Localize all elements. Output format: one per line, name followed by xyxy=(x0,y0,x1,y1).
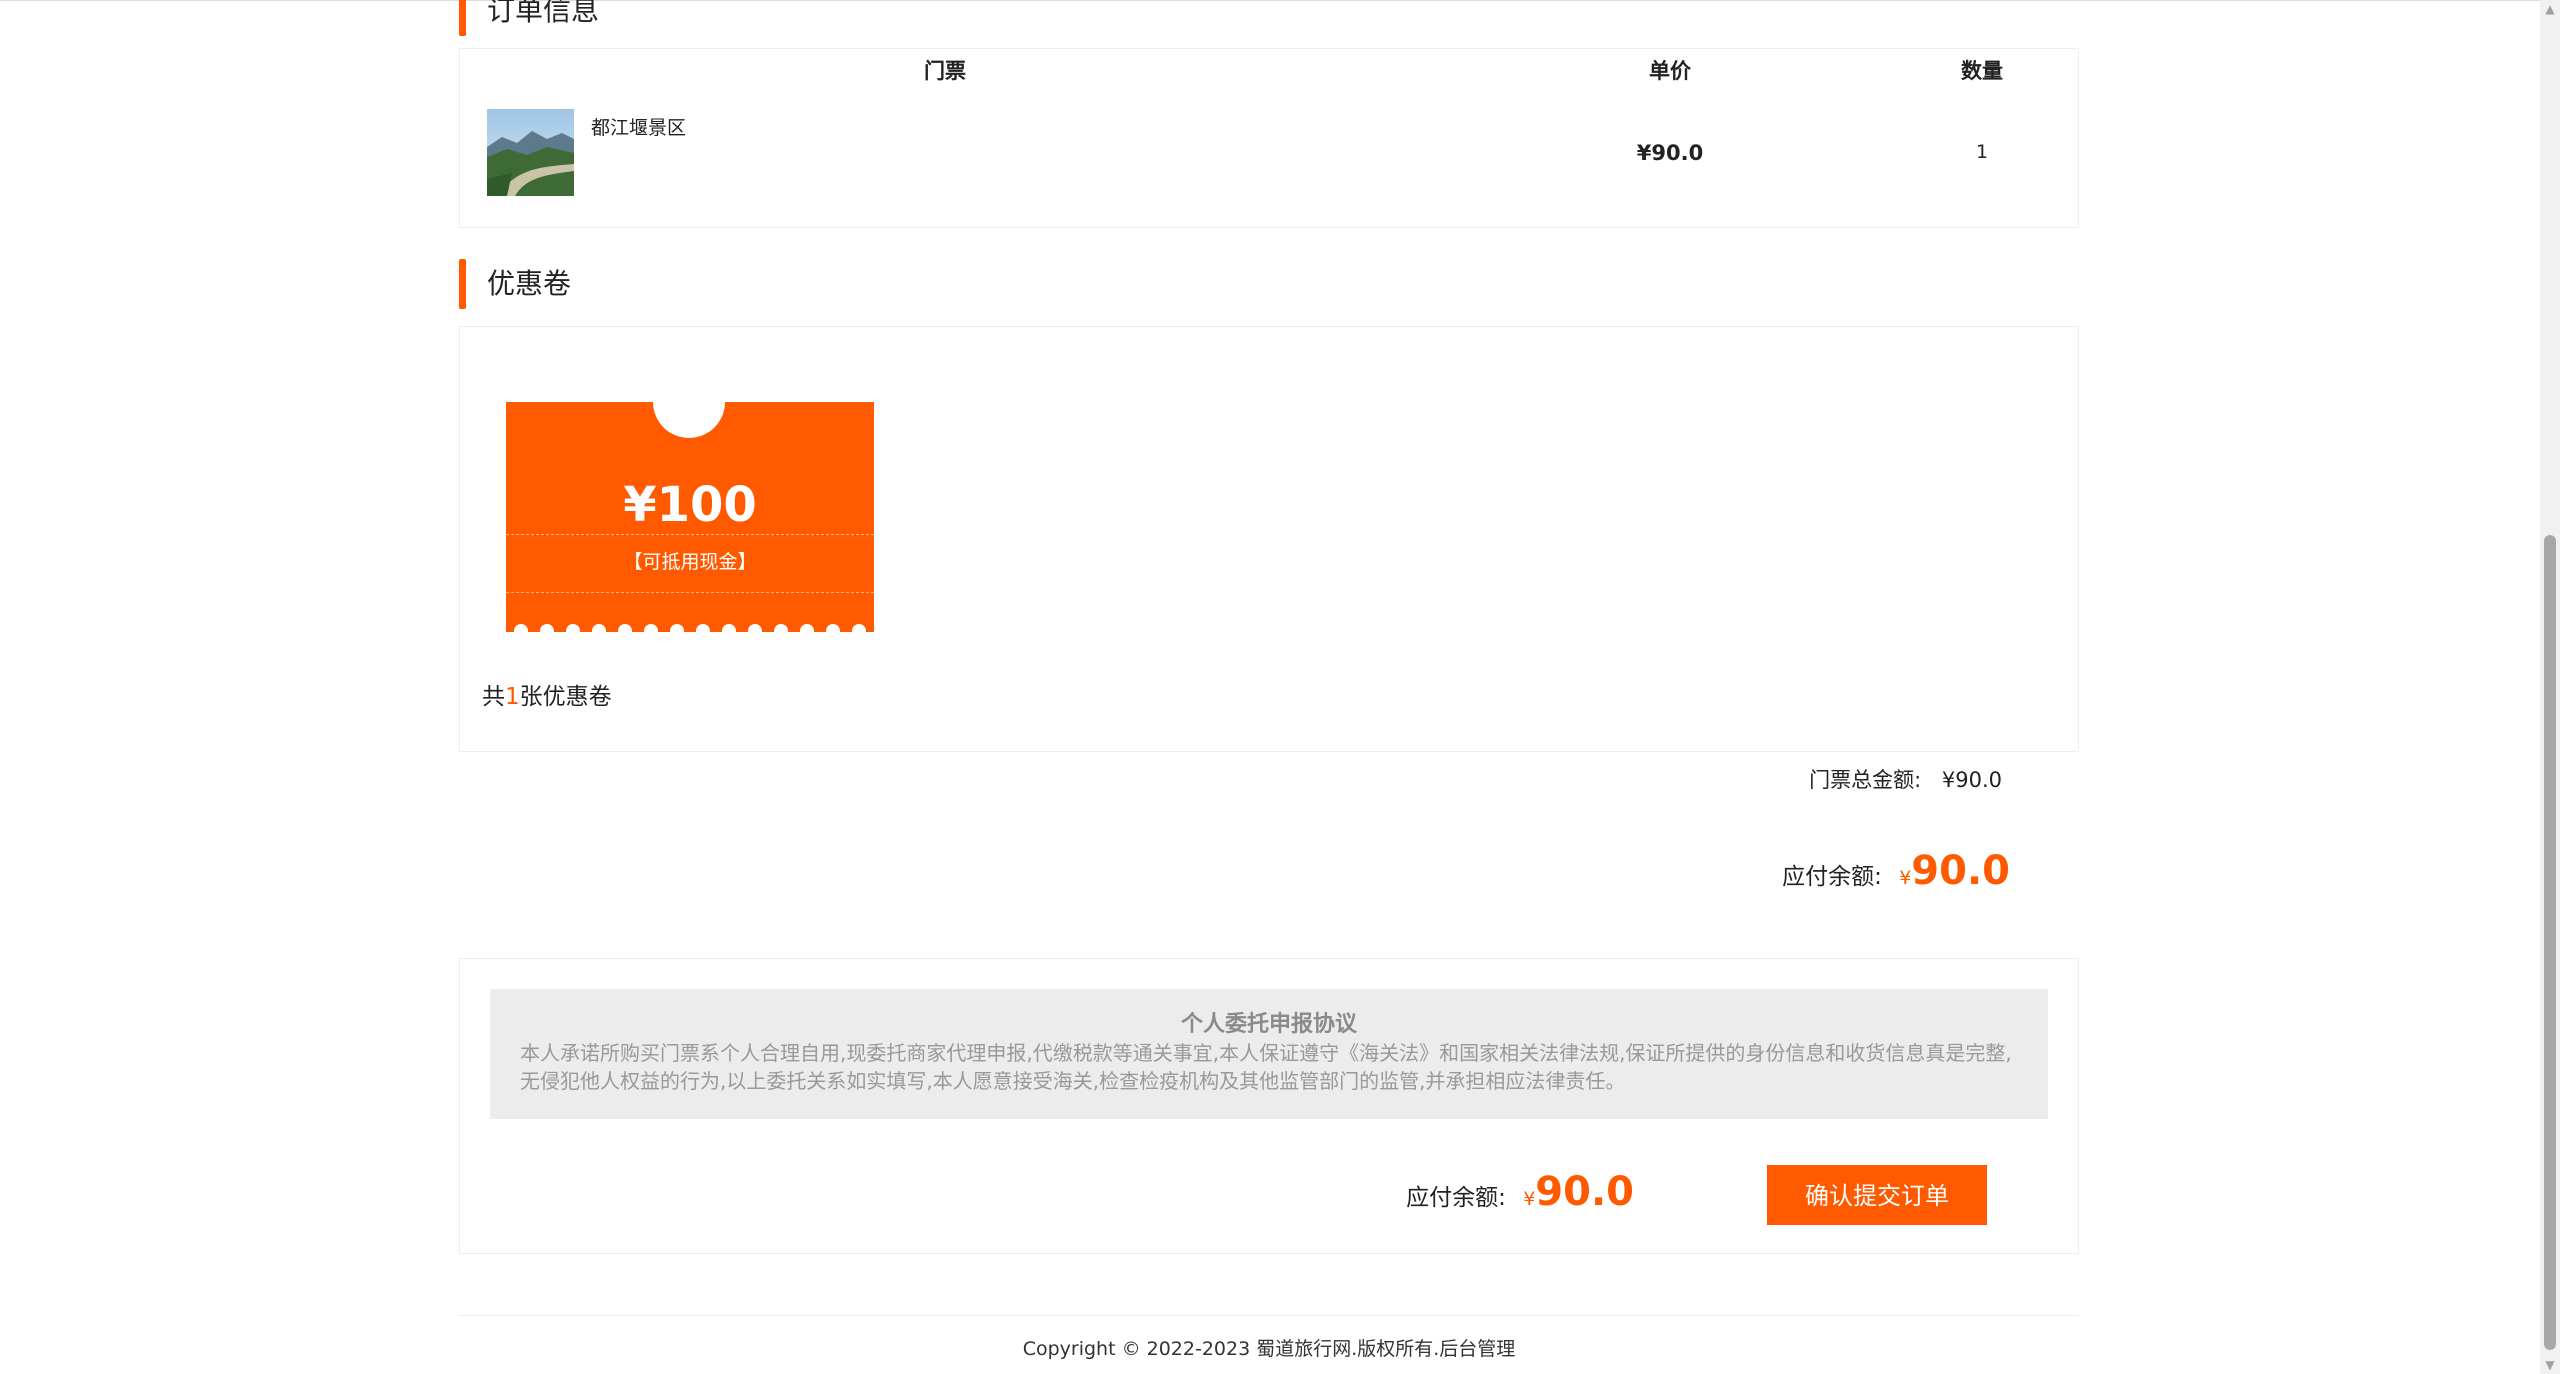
amount-due-value: 90.0 xyxy=(1911,848,2010,894)
scenic-thumbnail[interactable] xyxy=(487,109,574,196)
ticket-price: ¥90.0 xyxy=(1636,141,1704,165)
order-table: 门票 单价 数量 都江堰景区 ¥90.0 1 xyxy=(459,48,2079,228)
coupon-divider-top xyxy=(506,534,874,535)
coupon-count-prefix: 共 xyxy=(482,684,505,710)
coupon-divider-bottom xyxy=(506,592,874,593)
coupon-section-title: 优惠卷 xyxy=(459,259,571,309)
ticket-total: 门票总金额: ¥90.0 xyxy=(1809,764,2002,794)
amount-due-currency: ¥ xyxy=(1899,867,1912,889)
agreement-due-currency: ¥ xyxy=(1523,1188,1536,1210)
top-divider xyxy=(0,0,2540,1)
footer-divider xyxy=(459,1315,2079,1316)
ticket-name[interactable]: 都江堰景区 xyxy=(591,113,686,140)
coupon-serrated-edge xyxy=(506,624,874,632)
coupon-panel: ¥100 【可抵用现金】 共1张优惠卷 xyxy=(459,326,2079,752)
order-section-title: 订单信息 xyxy=(459,0,599,36)
ticket-total-label: 门票总金额: xyxy=(1809,768,1922,792)
agreement-panel: 个人委托申报协议 本人承诺所购买门票系个人合理自用,现委托商家代理申报,代缴税款… xyxy=(459,958,2079,1254)
agreement-box: 个人委托申报协议 本人承诺所购买门票系个人合理自用,现委托商家代理申报,代缴税款… xyxy=(490,989,2048,1119)
coupon-notch xyxy=(653,402,725,438)
amount-due: 应付余额: ¥90.0 xyxy=(1782,848,2010,894)
coupon-count-suffix: 张优惠卷 xyxy=(519,684,612,710)
ticket-total-value: ¥90.0 xyxy=(1941,768,2002,792)
page-scrollbar[interactable]: ▲ ▼ xyxy=(2540,0,2560,1374)
agreement-due-value: 90.0 xyxy=(1535,1169,1634,1215)
scenic-image-icon xyxy=(487,109,574,196)
coupon-card[interactable]: ¥100 【可抵用现金】 xyxy=(506,402,874,632)
scroll-up-arrow-icon[interactable]: ▲ xyxy=(2543,2,2557,16)
ticket-quantity: 1 xyxy=(1975,141,1989,163)
submit-order-button[interactable]: 确认提交订单 xyxy=(1767,1165,1987,1225)
agreement-title: 个人委托申报协议 xyxy=(1180,1012,1357,1037)
coupon-amount: ¥100 xyxy=(623,477,757,533)
footer-copyright: Copyright © 2022-2023 蜀道旅行网.版权所有.后台管理 xyxy=(1022,1338,1516,1360)
scrollbar-thumb[interactable] xyxy=(2544,535,2556,1350)
page: 订单信息 门票 单价 数量 都江堰景区 ¥90.0 1 优惠卷 ¥100 【可抵… xyxy=(0,0,2560,1374)
coupon-count: 共1张优惠卷 xyxy=(482,677,612,711)
agreement-due-label: 应付余额: xyxy=(1406,1185,1506,1211)
coupon-count-number: 1 xyxy=(505,684,520,710)
header-unit-price: 单价 xyxy=(1649,59,1691,83)
header-quantity: 数量 xyxy=(1961,59,2003,83)
header-ticket: 门票 xyxy=(924,59,966,83)
agreement-amount-due: 应付余额: ¥90.0 xyxy=(1406,1169,1634,1215)
scroll-down-arrow-icon[interactable]: ▼ xyxy=(2543,1358,2557,1372)
agreement-text: 本人承诺所购买门票系个人合理自用,现委托商家代理申报,代缴税款等通关事宜,本人保… xyxy=(520,1041,2012,1093)
amount-due-label: 应付余额: xyxy=(1782,864,1882,890)
coupon-note: 【可抵用现金】 xyxy=(623,551,757,573)
